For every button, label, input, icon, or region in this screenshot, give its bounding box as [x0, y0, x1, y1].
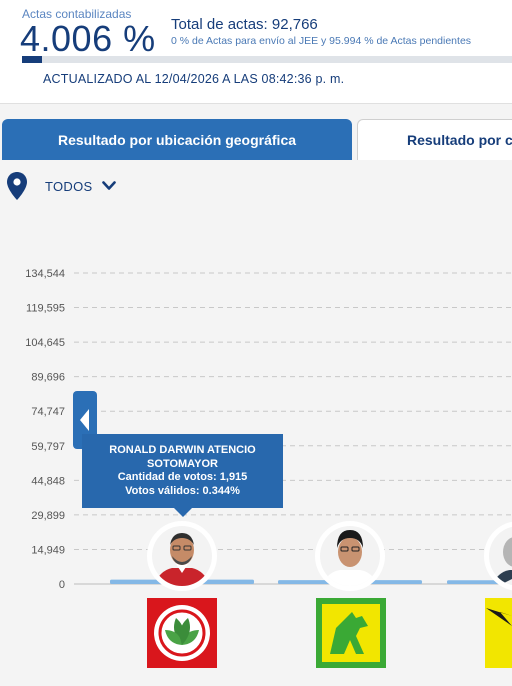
tooltip-valid-votes: Votos válidos: 0.344% — [125, 484, 240, 497]
y-tick-label: 134,544 — [25, 268, 65, 280]
tooltip-votes: Cantidad de votos: 1,915 — [117, 471, 248, 483]
y-tick-label: 119,595 — [26, 303, 65, 315]
vote-summary-panel: Actas contabilizadas 4.006 % Total de ac… — [0, 0, 512, 104]
y-tick-label: 44,848 — [31, 475, 65, 487]
tooltip-name-line1: RONALD DARWIN ATENCIO — [109, 444, 256, 456]
party-logo-3 — [485, 598, 512, 668]
actas-progress-bar — [22, 56, 512, 63]
chevron-down-icon — [101, 181, 116, 190]
y-tick-label: 89,696 — [31, 372, 65, 384]
location-filter[interactable]: TODOS — [6, 171, 116, 201]
y-tick-label: 74,747 — [31, 406, 65, 418]
candidate-photo-1[interactable] — [147, 521, 217, 591]
filter-label: TODOS — [45, 178, 93, 194]
actas-progress-fill — [22, 56, 42, 63]
party-logo-2 — [316, 598, 386, 668]
tab-geographic[interactable]: Resultado por ubicación geográfica — [2, 119, 352, 160]
actas-percentage: 4.006 % — [20, 18, 156, 59]
y-tick-label: 29,899 — [31, 510, 65, 522]
y-tick-label: 0 — [59, 579, 65, 591]
last-updated: ACTUALIZADO AL 12/04/2026 A LAS 08:42:36… — [43, 72, 345, 86]
candidate-photo-2[interactable] — [315, 521, 385, 591]
y-tick-label: 14,949 — [31, 544, 65, 556]
party-logo-1 — [147, 598, 217, 668]
tab-by-candidate[interactable]: Resultado por candidato — [357, 119, 512, 160]
tooltip-arrow — [174, 508, 192, 517]
total-actas: Total de actas: 92,766 — [171, 16, 318, 33]
y-tick-label: 59,797 — [31, 441, 65, 453]
y-tick-label: 104,645 — [25, 337, 65, 349]
location-pin-icon — [7, 172, 27, 200]
tooltip-name-line2: SOTOMAYOR — [147, 457, 218, 470]
actas-note: 0 % de Actas para envío al JEE y 95.994 … — [171, 35, 472, 47]
candidate-tooltip: RONALD DARWIN ATENCIO SOTOMAYOR Cantidad… — [82, 434, 283, 508]
